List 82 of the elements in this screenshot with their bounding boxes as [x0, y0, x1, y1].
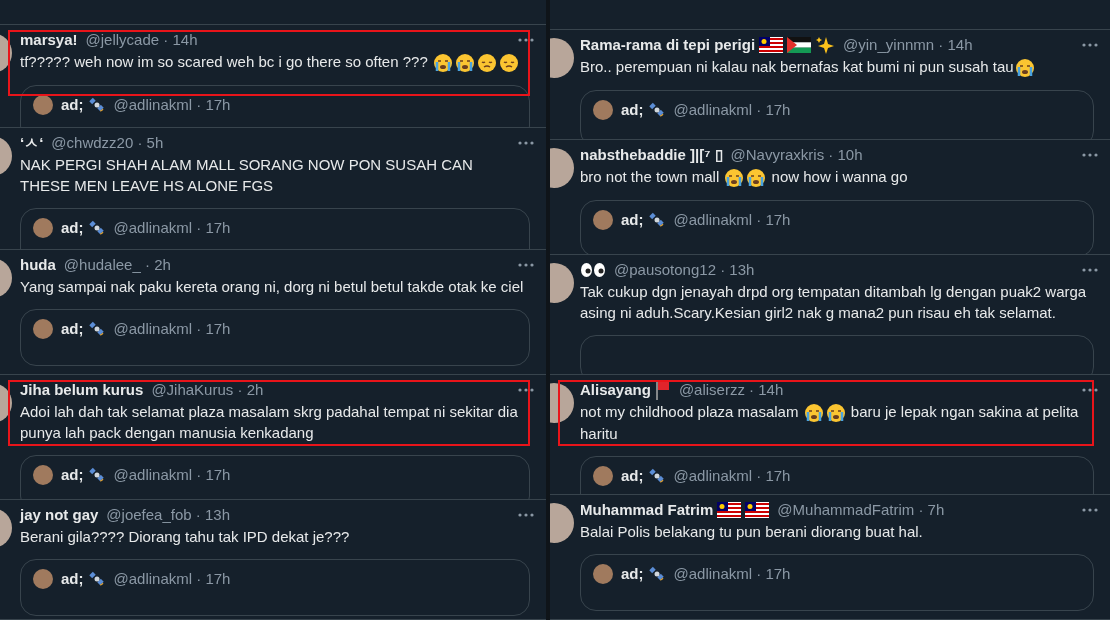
avatar [33, 569, 53, 590]
user-handle: @adlinakml · 17h [673, 210, 791, 231]
palestine-flag-icon [787, 37, 812, 53]
user-name: ad; [621, 210, 644, 231]
sad-face-icon [476, 53, 497, 74]
flag-icon [654, 380, 671, 400]
tweet-text: Yang sampai nak paku kereta orang ni, dorg ni betul betul takde otak ke ciel [20, 277, 525, 297]
more-icon[interactable] [518, 388, 534, 392]
avatar [33, 319, 53, 340]
user-handle: @adlinakml · 17h [673, 466, 791, 487]
more-icon[interactable] [1082, 268, 1098, 272]
user-name: Rama-rama di tepi perigi [580, 34, 756, 55]
more-icon[interactable] [1082, 508, 1098, 512]
crying-face-icon [746, 168, 767, 189]
user-handle: @adlinakml · 17h [113, 319, 231, 339]
user-name: ad; [621, 466, 644, 487]
avatar [593, 100, 613, 121]
user-handle: @Navyraxkris · 10h [730, 144, 863, 165]
user-handle: @jellycade · 14h [85, 29, 198, 50]
tweet-text: bro not the town mall now how i wanna go [580, 166, 1090, 189]
avatar [33, 218, 53, 239]
user-handle: @JihaKurus · 2h [151, 379, 264, 400]
user-handle: @adlinakml · 17h [113, 95, 231, 116]
malaysia-flag-icon [717, 502, 742, 518]
user-name: huda [20, 254, 56, 275]
more-icon[interactable] [518, 38, 534, 42]
sad-face-icon [498, 53, 519, 74]
user-handle: @adlinakml · 17h [673, 100, 791, 121]
user-name: Alisayang [580, 379, 651, 400]
user-name: nabsthebaddie ]|[⁷ ▯ [580, 144, 723, 165]
crying-face-icon [432, 53, 453, 74]
user-handle: @adlinakml · 17h [113, 218, 231, 238]
user-name: ad; [621, 100, 644, 121]
more-icon[interactable] [1082, 153, 1098, 157]
tweet-text: not my childhood plaza masalam baru je lepak ngan sakina at pelita haritu [580, 402, 1080, 445]
user-name: ad; [61, 465, 84, 485]
user-handle: @joefea_fob · 13h [106, 504, 230, 525]
user-name: ad; [621, 564, 644, 584]
more-icon[interactable] [1082, 43, 1098, 47]
eyes-icon [580, 262, 606, 278]
user-handle: @pausotong12 · 13h [614, 259, 755, 280]
avatar [593, 210, 613, 231]
user-handle: @adlinakml · 17h [673, 564, 791, 584]
more-icon[interactable] [518, 141, 534, 145]
tweet-text: Balai Polis belakang tu pun berani diorang buat hal. [580, 522, 924, 542]
avatar [33, 465, 53, 486]
user-handle: @adlinakml · 17h [113, 465, 231, 485]
tweet-text: tf????? weh now im so scared weh bc i go there so often ??? [20, 51, 526, 74]
sparkles-icon [815, 35, 836, 55]
avatar [593, 564, 613, 585]
avatar [33, 95, 53, 116]
more-icon[interactable] [1082, 388, 1098, 392]
tweet-text: NAK PERGI SHAH ALAM MALL SORANG NOW PON SUSAH CAN THESE MEN LEAVE HS ALONE FGS [20, 155, 474, 196]
tweet-text: Tak cukup dgn jenayah drpd org tempatan ditambah lg dengan puak2 warga asing ni aduh.Scary.Kesian girl2 nak g mana2 pun risau eh tak selamat. [580, 282, 1088, 323]
user-name: jay not gay [20, 504, 99, 525]
user-handle: @hudalee_ · 2h [63, 254, 171, 275]
crying-face-icon [825, 403, 846, 424]
user-name: ad; [61, 95, 84, 116]
user-name: ad; [61, 319, 84, 339]
user-name: Jiha belum kurus [20, 379, 144, 400]
user-name: marsya! [20, 29, 78, 50]
user-handle: @MuhammadFatrim · 7h [777, 499, 945, 520]
avatar [593, 466, 613, 487]
tweet-text: Adoi lah dah tak selamat plaza masalam skrg padahal tempat ni sekitar dia punya lah pack dengan manusia kenkadang [20, 402, 519, 443]
tweet-text: Bro.. perempuan ni kalau nak bernafas kat bumi ni pun susah tau [580, 56, 1090, 79]
user-name: ‘ㅅ‘ [20, 132, 44, 153]
malaysia-flag-icon [759, 37, 784, 53]
crying-face-icon [724, 168, 745, 189]
user-handle: @yin_yinnmn · 14h [843, 34, 973, 55]
user-name: ad; [61, 569, 84, 589]
tweet-text: Berani gila???? Diorang tahu tak IPD dekat je??? [20, 527, 351, 547]
malaysia-flag-icon [745, 502, 770, 518]
more-icon[interactable] [518, 263, 534, 267]
user-handle: @aliserzz · 14h [678, 379, 784, 400]
crying-face-icon [454, 53, 475, 74]
user-handle: @adlinakml · 17h [113, 569, 231, 589]
user-name: ad; [61, 218, 84, 238]
user-name: Muhammad Fatrim [580, 499, 714, 520]
more-icon[interactable] [518, 513, 534, 517]
crying-face-icon [803, 403, 824, 424]
crying-face-icon [1014, 58, 1035, 79]
user-handle: @chwdzz20 · 5h [51, 132, 164, 153]
